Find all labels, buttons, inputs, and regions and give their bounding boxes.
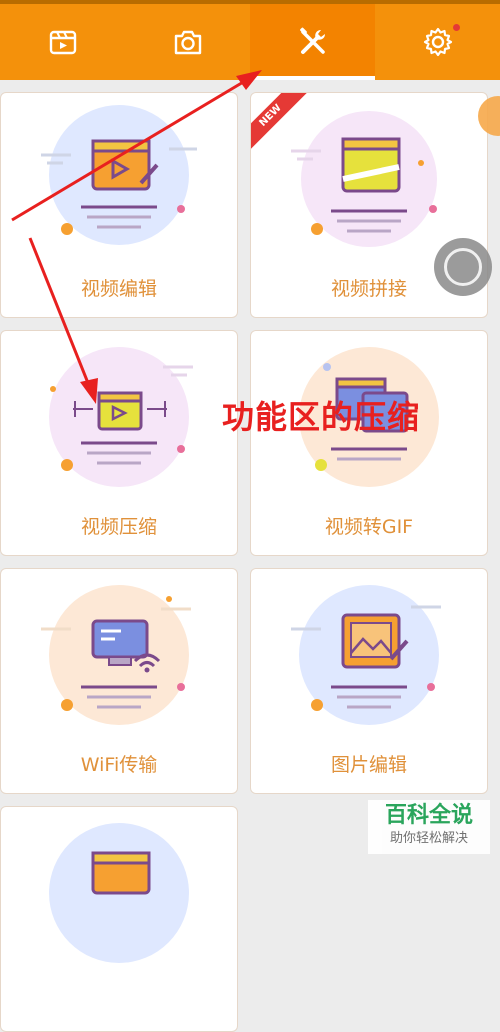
camera-icon (174, 30, 201, 55)
annotation-text: 功能区的压缩 (222, 398, 421, 436)
card-label: 视频压缩 (80, 516, 157, 538)
notification-dot (453, 24, 460, 31)
video-merge-icon (291, 111, 437, 247)
tab-tools[interactable] (250, 4, 375, 80)
card-video-compress[interactable]: 视频压缩 (0, 330, 238, 556)
card-label: 视频编辑 (80, 278, 157, 300)
card-video-to-gif[interactable]: 视频转GIF (250, 330, 488, 556)
video-edit-icon (41, 105, 197, 245)
card-video-edit[interactable]: 视频编辑 (0, 92, 238, 318)
tab-video[interactable] (0, 4, 125, 80)
gear-icon (423, 27, 452, 57)
assistive-touch-button[interactable] (434, 238, 492, 296)
top-tab-bar (0, 4, 500, 80)
video-icon (49, 823, 189, 963)
tab-camera[interactable] (125, 4, 250, 80)
video-compress-icon (49, 347, 193, 487)
tools-icon (299, 27, 325, 54)
wifi-transfer-icon (41, 585, 191, 725)
card-partial[interactable] (0, 806, 238, 1032)
watermark-subtitle: 助你轻松解决 (389, 831, 468, 846)
watermark-title: 百科全说 (384, 803, 473, 828)
clapperboard-icon (49, 30, 76, 55)
card-image-edit[interactable]: 图片编辑 (250, 568, 488, 794)
tab-settings[interactable] (375, 4, 500, 80)
image-edit-icon (291, 585, 441, 725)
assistive-touch-ring (444, 248, 482, 286)
card-label: 图片编辑 (330, 754, 407, 776)
card-label: 视频转GIF (324, 516, 414, 538)
card-wifi-transfer[interactable]: WiFi传输 (0, 568, 238, 794)
card-label: WiFi传输 (80, 754, 158, 776)
watermark: 百科全说 助你轻松解决 (368, 800, 490, 854)
